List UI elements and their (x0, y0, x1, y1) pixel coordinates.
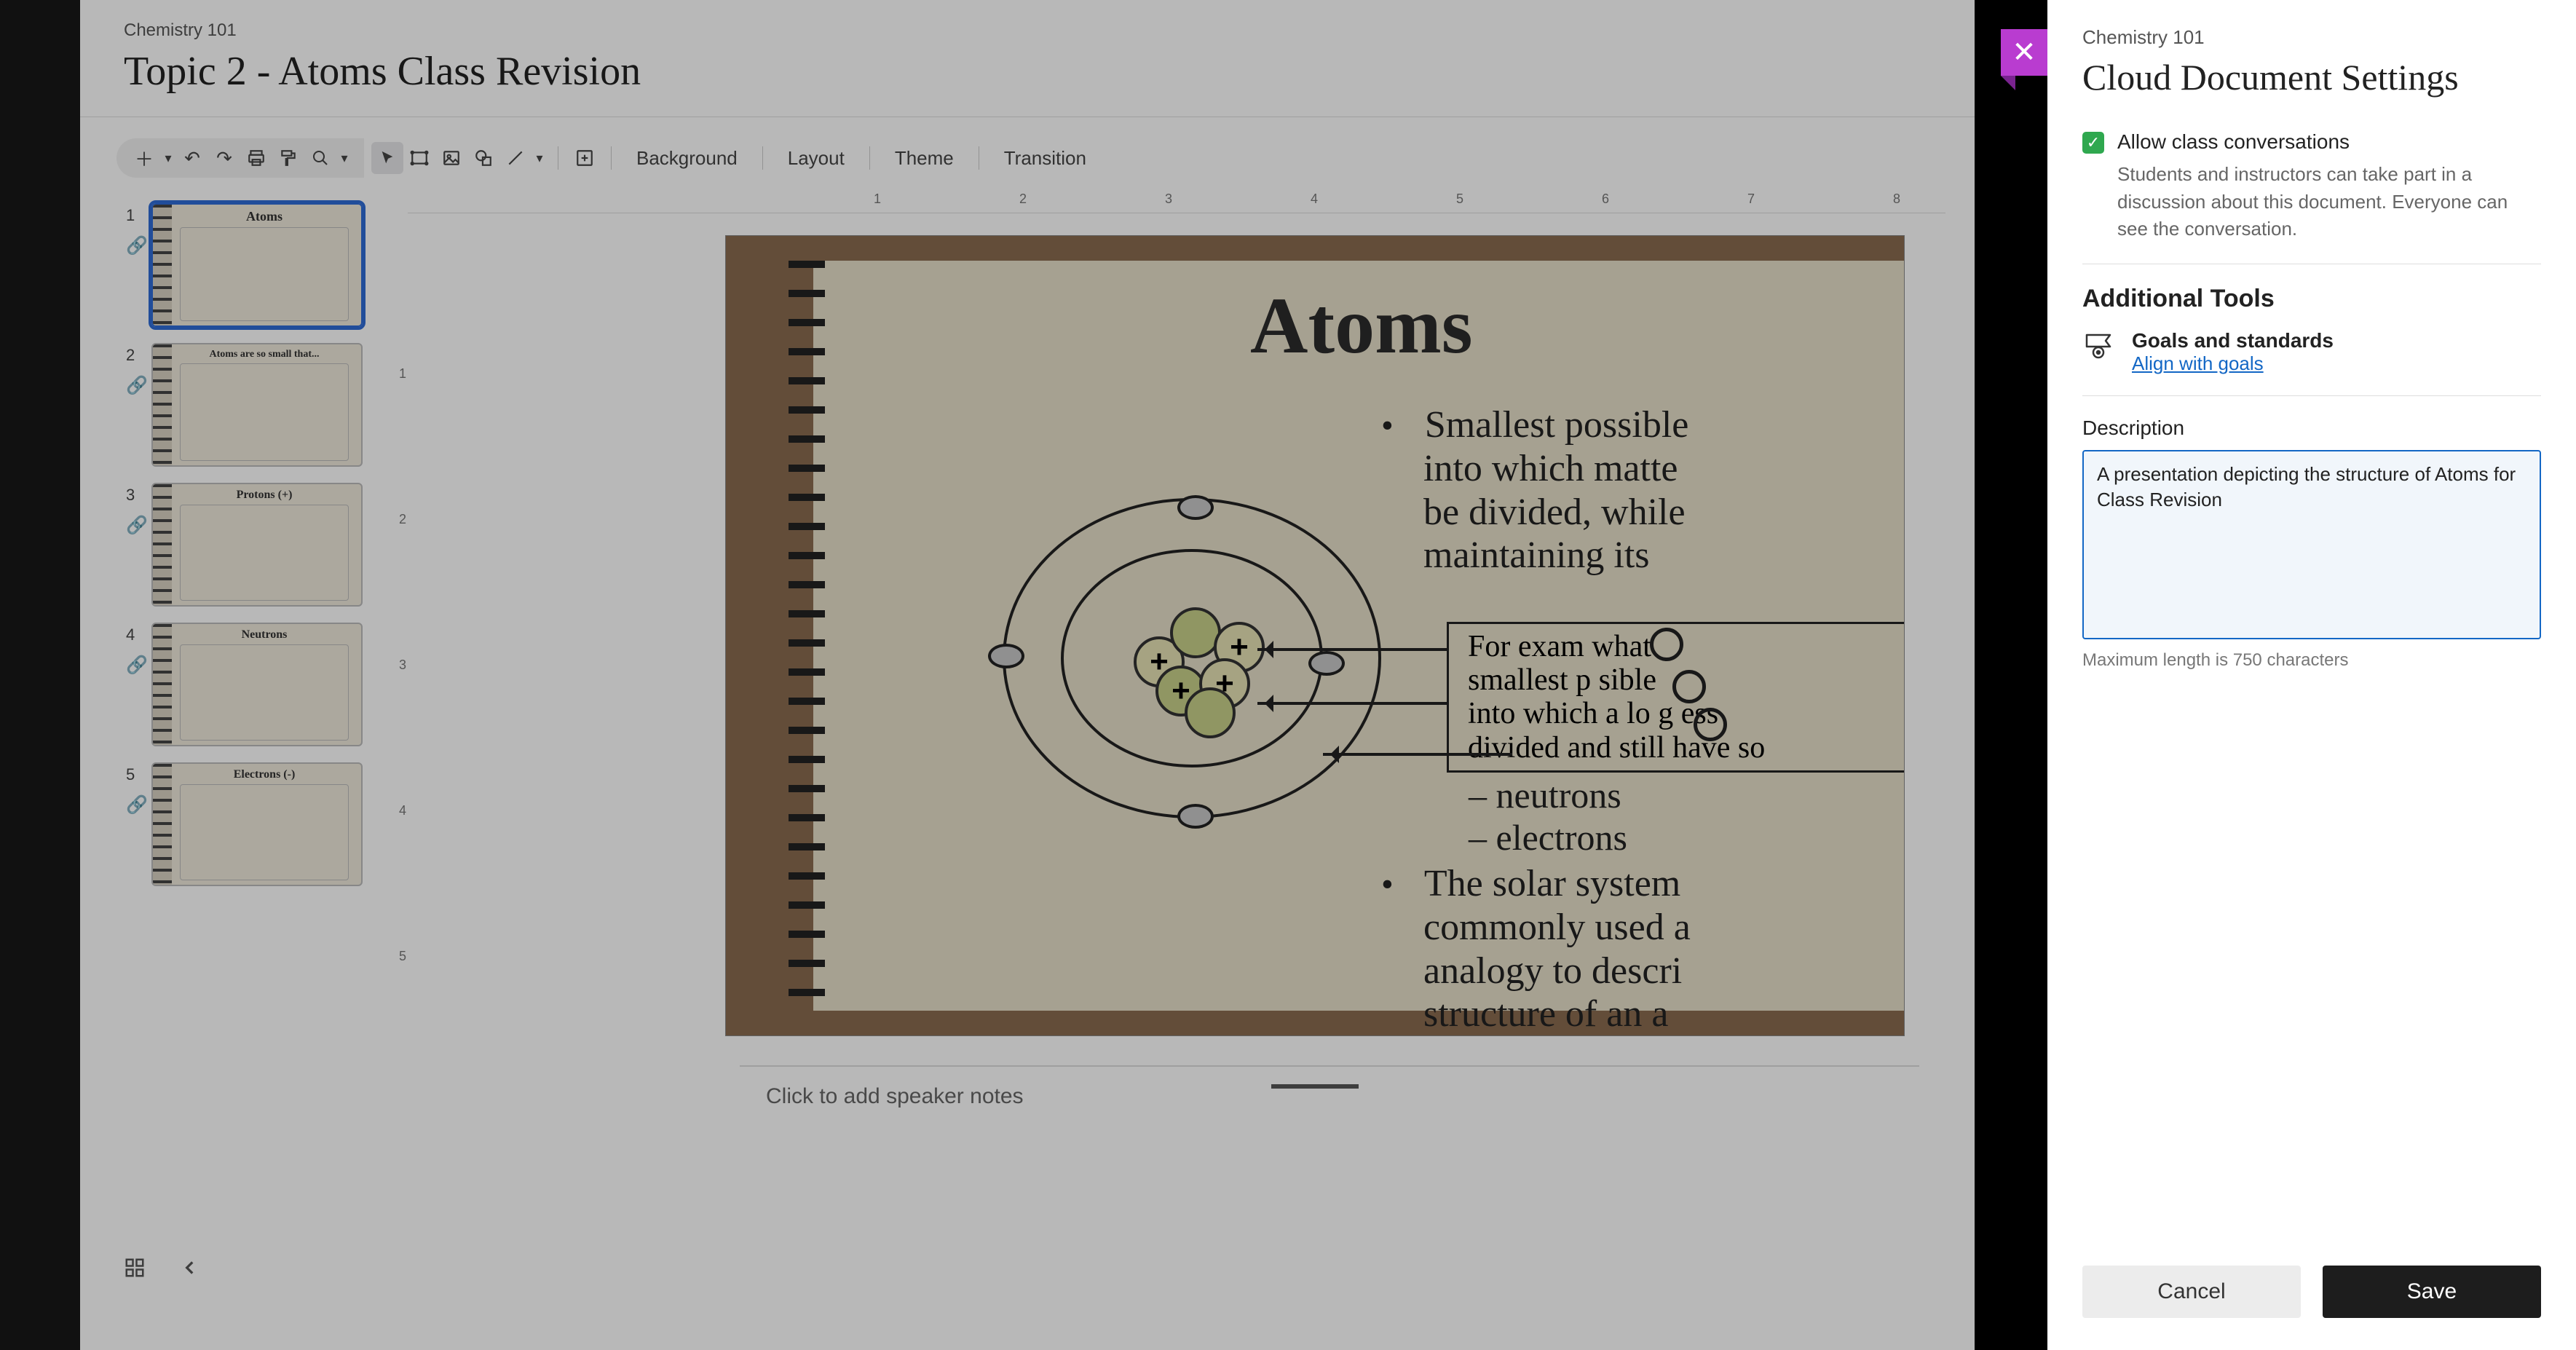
slide-sublist: neutrons electrons (1469, 775, 1627, 858)
document-header: Chemistry 101 Topic 2 - Atoms Class Revi… (80, 0, 1975, 117)
breadcrumb[interactable]: Chemistry 101 (124, 20, 1931, 41)
thumb-index: 5 (126, 762, 148, 784)
thumb-title: Neutrons (242, 628, 288, 642)
allow-conversations-desc: Students and instructors can take part i… (2117, 161, 2541, 243)
select-tool[interactable] (371, 142, 403, 174)
atom-diagram: + + + + (915, 469, 1425, 848)
link-icon: 🔗 (126, 515, 148, 536)
editor-main: Chemistry 101 Topic 2 - Atoms Class Revi… (80, 0, 1975, 1350)
line-dropdown[interactable]: ▾ (532, 142, 548, 174)
add-slide-button[interactable]: ＋ (128, 142, 160, 174)
slide-thumb-5[interactable]: Electrons (-) (151, 762, 363, 886)
thumb-index: 3 (126, 483, 148, 505)
thumb-title: Protons (+) (237, 489, 293, 502)
slide-thumb-1[interactable]: Atoms (151, 203, 363, 327)
goals-icon (2082, 331, 2114, 360)
slide-canvas[interactable]: Atoms Smallest possible into which matte… (725, 235, 1905, 1036)
print-button[interactable] (240, 142, 272, 174)
slide-thumb-3[interactable]: Protons (+) (151, 483, 363, 607)
comment-button[interactable] (569, 142, 601, 174)
toolbar-separator (762, 146, 763, 170)
image-tool[interactable] (435, 142, 467, 174)
slide-handle[interactable] (1271, 1084, 1359, 1089)
description-input[interactable] (2082, 450, 2541, 639)
speaker-notes[interactable]: Click to add speaker notes (740, 1065, 1919, 1124)
zoom-button[interactable] (304, 142, 336, 174)
link-icon: 🔗 (126, 794, 148, 816)
slide-title: Atoms (1250, 280, 1473, 372)
collapse-button[interactable] (181, 1257, 199, 1284)
settings-panel: ✕ Chemistry 101 Cloud Document Settings … (2047, 0, 2576, 1350)
toolbar-group-left: ＋ ▾ ↶ ↷ ▾ (116, 138, 364, 178)
undo-button[interactable]: ↶ (176, 142, 208, 174)
slide-bullets-2: The solar system commonly used a analogy… (1381, 862, 1905, 1036)
transition-menu[interactable]: Transition (989, 147, 1101, 170)
allow-conversations-checkbox[interactable]: ✓ (2082, 132, 2104, 154)
slide-thumb-2[interactable]: Atoms are so small that... (151, 343, 363, 467)
theme-menu[interactable]: Theme (880, 147, 968, 170)
shape-tool[interactable] (467, 142, 499, 174)
thumb-title: Atoms (246, 209, 283, 224)
footer-controls (124, 1257, 199, 1284)
link-icon: 🔗 (126, 235, 148, 256)
close-panel-button[interactable]: ✕ (2001, 29, 2047, 76)
description-label: Description (2082, 417, 2541, 440)
toolbar-group-tools: ▾ Background Layout Theme Transition (371, 138, 1101, 178)
background-menu[interactable]: Background (622, 147, 752, 170)
zoom-dropdown[interactable]: ▾ (336, 142, 352, 174)
grid-view-button[interactable] (124, 1257, 146, 1284)
ruler-horizontal: 1 2 3 4 5 6 7 8 (408, 187, 1945, 213)
paint-format-button[interactable] (272, 142, 304, 174)
line-tool[interactable] (499, 142, 532, 174)
cancel-button[interactable]: Cancel (2082, 1266, 2301, 1318)
save-button[interactable]: Save (2323, 1266, 2541, 1318)
description-hint: Maximum length is 750 characters (2082, 650, 2541, 671)
page-title: Topic 2 - Atoms Class Revision (124, 48, 1931, 95)
toolbar: ＋ ▾ ↶ ↷ ▾ (116, 136, 1938, 180)
slide-bullets: Smallest possible into which matte be di… (1381, 403, 1905, 591)
goals-row: Goals and standards Align with goals (2082, 329, 2541, 375)
slide-thumb-4[interactable]: Neutrons (151, 623, 363, 746)
panel-footer: Cancel Save (2047, 1244, 2576, 1350)
ruler-vertical: 1 2 3 4 5 (393, 213, 419, 1124)
link-icon: 🔗 (126, 375, 148, 396)
goals-label: Goals and standards (2132, 329, 2334, 352)
toolbar-separator (869, 146, 870, 170)
toolbar-separator (611, 146, 612, 170)
thumb-index: 1 (126, 203, 148, 225)
textbox-tool[interactable] (403, 142, 435, 174)
align-with-goals-link[interactable]: Align with goals (2132, 352, 2334, 375)
app-left-rail (0, 0, 80, 1350)
add-slide-dropdown[interactable]: ▾ (160, 142, 176, 174)
allow-conversations-row: ✓ Allow class conversations Students and… (2082, 130, 2541, 243)
panel-title: Cloud Document Settings (2082, 56, 2541, 98)
thumb-index: 4 (126, 623, 148, 644)
slide-canvas-area: 1 2 3 4 5 6 7 8 1 2 3 4 5 (393, 187, 1945, 1124)
additional-tools-heading: Additional Tools (2082, 285, 2541, 313)
slide-thumbnails: 1 🔗 Atoms 2 🔗 Atoms are so small that... (109, 187, 371, 1124)
thumb-title: Electrons (-) (234, 768, 296, 781)
layout-menu[interactable]: Layout (773, 147, 859, 170)
thumb-title: Atoms are so small that... (209, 349, 319, 360)
thumb-index: 2 (126, 343, 148, 365)
redo-button[interactable]: ↷ (208, 142, 240, 174)
allow-conversations-label: Allow class conversations (2117, 130, 2541, 154)
panel-breadcrumb: Chemistry 101 (2082, 26, 2541, 49)
link-icon: 🔗 (126, 655, 148, 676)
